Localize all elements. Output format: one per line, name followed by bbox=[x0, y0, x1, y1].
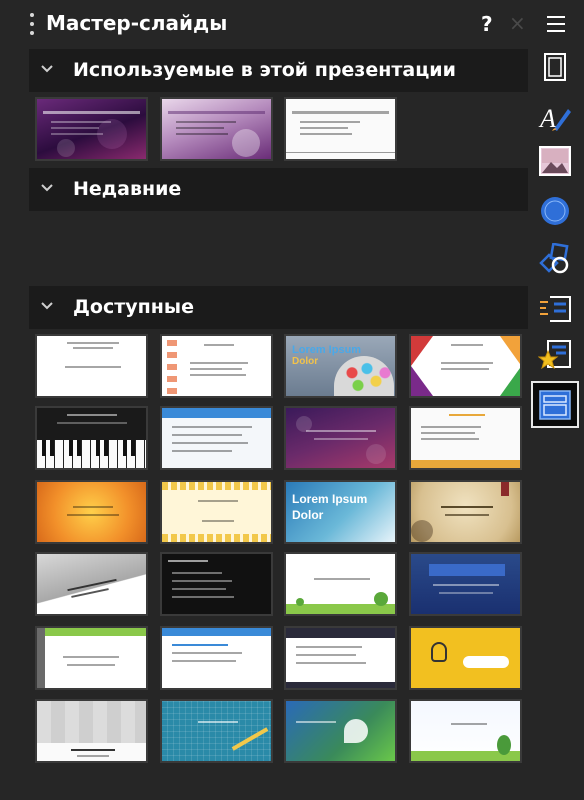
available-master-thumb-24[interactable] bbox=[409, 699, 522, 763]
toolbar-text-format[interactable]: A bbox=[531, 96, 579, 138]
slide-properties-icon bbox=[544, 53, 566, 81]
available-master-thumb-8[interactable] bbox=[409, 406, 522, 470]
section-header-recent[interactable]: Недавние bbox=[29, 168, 528, 211]
available-master-thumb-9[interactable] bbox=[35, 480, 148, 544]
used-master-thumb-3[interactable] bbox=[284, 97, 397, 161]
used-master-thumb-1[interactable] bbox=[35, 97, 148, 161]
available-master-thumb-15[interactable] bbox=[284, 552, 397, 616]
thumb-title-text: Lorem Ipsum bbox=[292, 344, 362, 356]
text-format-icon: A bbox=[538, 104, 571, 133]
chevron-down-icon bbox=[41, 184, 53, 192]
toolbar-slide-properties[interactable] bbox=[531, 46, 579, 88]
svg-text:A: A bbox=[538, 104, 556, 133]
animation-icon bbox=[538, 340, 571, 370]
image-icon bbox=[539, 146, 571, 176]
available-master-thumb-20[interactable] bbox=[409, 626, 522, 690]
available-master-thumb-14[interactable] bbox=[160, 552, 273, 616]
available-master-thumb-10[interactable] bbox=[160, 480, 273, 544]
available-master-thumb-3[interactable]: Lorem Ipsum Dolor bbox=[284, 334, 397, 398]
available-master-thumb-11[interactable]: Lorem Ipsum Dolor bbox=[284, 480, 397, 544]
panel-header: Мастер-слайды ? × bbox=[0, 0, 528, 46]
thumb-subtitle-text: Dolor bbox=[292, 508, 324, 522]
used-master-thumb-2[interactable] bbox=[160, 97, 273, 161]
drag-handle-icon[interactable] bbox=[30, 13, 34, 35]
master-slides-icon bbox=[539, 389, 571, 420]
shapes-icon bbox=[539, 243, 569, 274]
available-master-thumb-23[interactable] bbox=[284, 699, 397, 763]
toolbar-navigator[interactable] bbox=[531, 190, 579, 232]
available-master-thumb-1[interactable] bbox=[35, 334, 148, 398]
available-master-thumb-19[interactable] bbox=[284, 626, 397, 690]
chevron-down-icon bbox=[41, 65, 53, 73]
close-button[interactable]: × bbox=[509, 11, 526, 35]
toolbar-shapes[interactable] bbox=[531, 238, 579, 280]
available-master-thumb-22[interactable] bbox=[160, 699, 273, 763]
toolbar-image[interactable] bbox=[531, 140, 579, 182]
section-label-recent: Недавние bbox=[73, 178, 182, 200]
thumb-title-text: Lorem Ipsum bbox=[292, 492, 368, 506]
available-master-thumb-17[interactable] bbox=[35, 626, 148, 690]
available-master-thumb-12[interactable] bbox=[409, 480, 522, 544]
available-master-thumb-7[interactable] bbox=[284, 406, 397, 470]
available-master-thumb-6[interactable] bbox=[160, 406, 273, 470]
available-master-thumb-13[interactable] bbox=[35, 552, 148, 616]
section-header-used[interactable]: Используемые в этой презентации bbox=[29, 49, 528, 92]
section-header-available[interactable]: Доступные bbox=[29, 286, 528, 329]
available-master-thumb-21[interactable] bbox=[35, 699, 148, 763]
toolbar-slide-transition[interactable] bbox=[531, 288, 579, 330]
section-label-available: Доступные bbox=[73, 296, 194, 318]
available-master-thumb-16[interactable] bbox=[409, 552, 522, 616]
chevron-down-icon bbox=[41, 302, 53, 310]
panel-title: Мастер-слайды bbox=[46, 11, 228, 35]
navigator-icon bbox=[541, 197, 569, 225]
slide-transition-icon bbox=[540, 296, 571, 322]
available-master-thumb-2[interactable] bbox=[160, 334, 273, 398]
available-master-thumb-5[interactable] bbox=[35, 406, 148, 470]
section-label-used: Используемые в этой презентации bbox=[73, 59, 456, 81]
thumb-subtitle-text: Dolor bbox=[292, 356, 319, 367]
toolbar-animation[interactable] bbox=[531, 334, 579, 376]
hamburger-icon[interactable] bbox=[547, 16, 565, 32]
help-button[interactable]: ? bbox=[481, 12, 493, 36]
toolbar-master-slides[interactable] bbox=[531, 381, 579, 428]
available-master-thumb-18[interactable] bbox=[160, 626, 273, 690]
available-master-thumb-4[interactable] bbox=[409, 334, 522, 398]
